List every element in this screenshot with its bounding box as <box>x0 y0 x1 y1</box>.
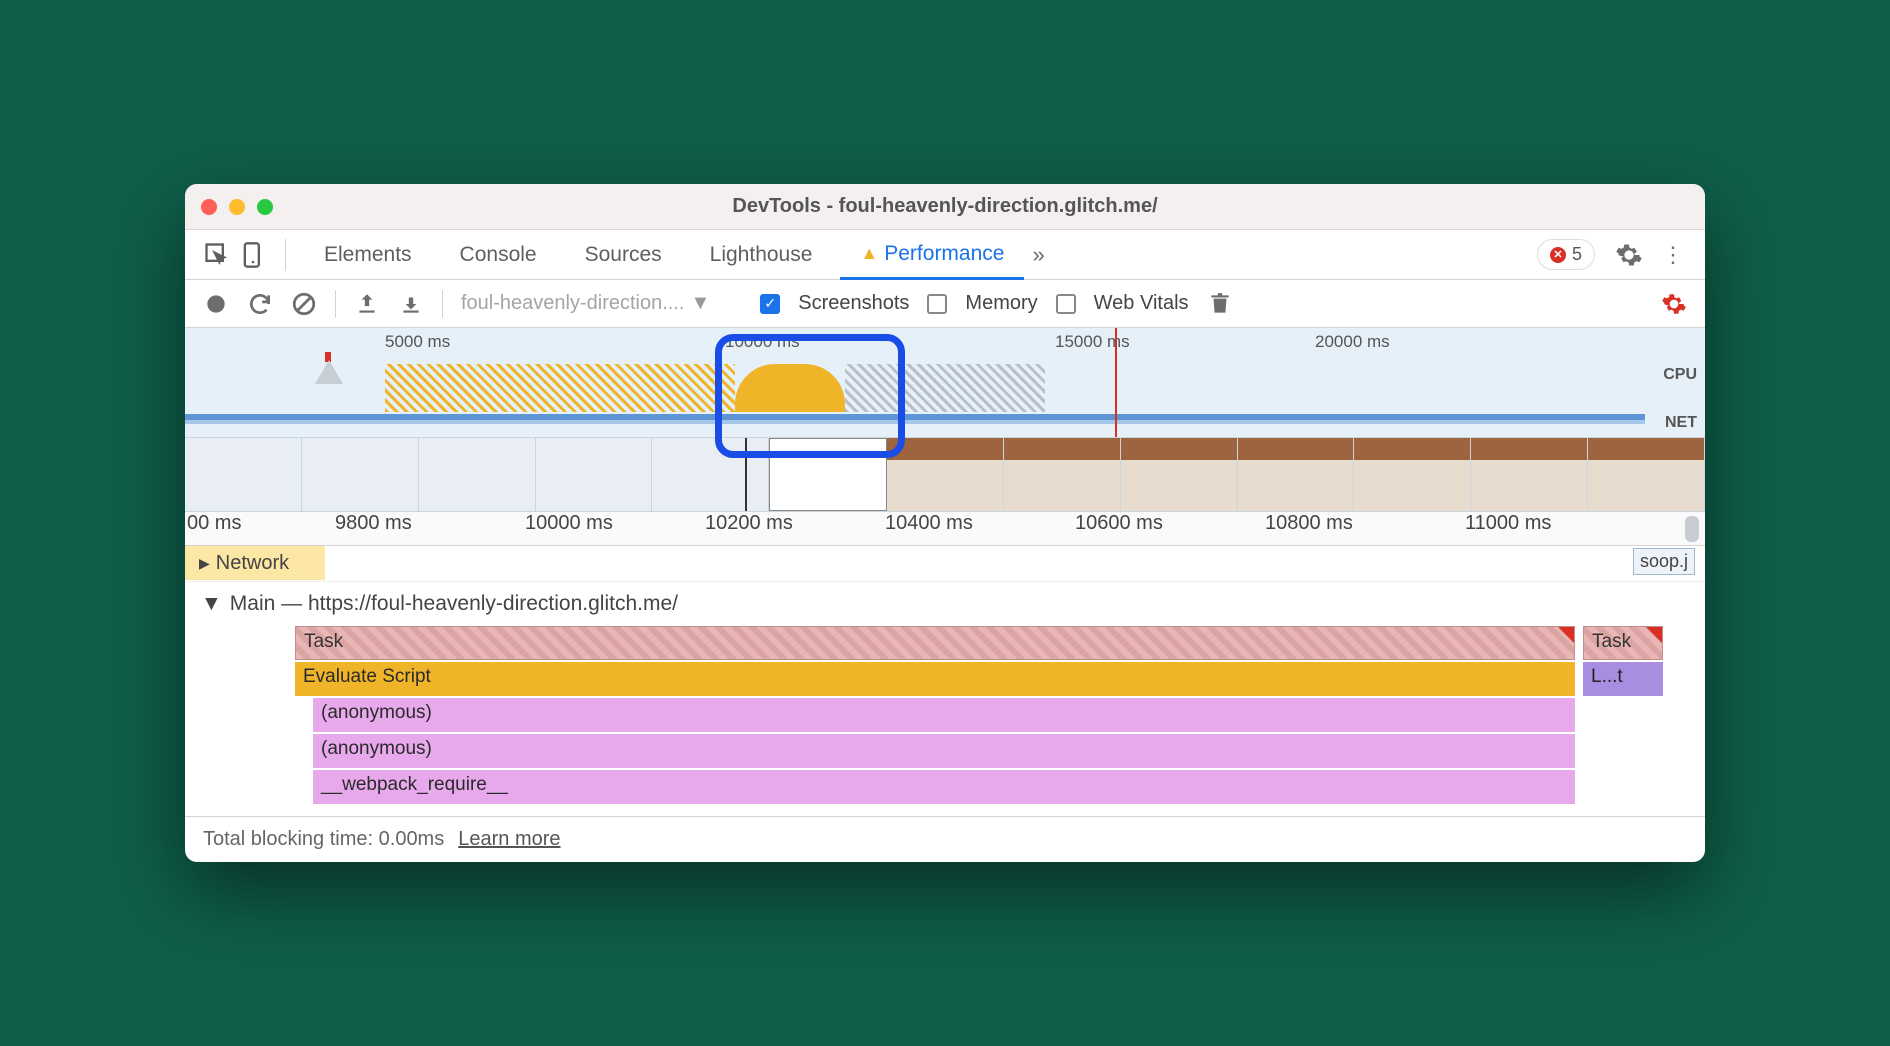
download-icon[interactable] <box>398 291 424 317</box>
trash-icon[interactable] <box>1207 291 1233 317</box>
flame-task[interactable]: Task <box>295 626 1575 660</box>
window-title: DevTools - foul-heavenly-direction.glitc… <box>732 195 1157 218</box>
filmstrip-frame[interactable] <box>419 438 536 511</box>
titlebar: DevTools - foul-heavenly-direction.glitc… <box>185 184 1705 230</box>
separator <box>335 290 336 318</box>
tab-performance[interactable]: ▲ Performance <box>840 230 1024 280</box>
overview-cpu-peak <box>315 360 343 384</box>
tbt-label: Total blocking time: 0.00ms <box>203 828 444 851</box>
filmstrip-frame[interactable] <box>536 438 653 511</box>
ruler-tick: 10400 ms <box>885 512 973 535</box>
tab-sources[interactable]: Sources <box>565 230 682 280</box>
flame-anonymous[interactable]: (anonymous) <box>313 734 1575 768</box>
filmstrip[interactable] <box>185 438 1705 512</box>
warning-icon: ▲ <box>860 243 878 264</box>
network-request[interactable]: soop.j <box>1633 548 1695 575</box>
capture-settings-icon[interactable] <box>1661 291 1687 317</box>
more-tabs-icon[interactable]: » <box>1032 242 1044 268</box>
overview-tick: 15000 ms <box>1055 332 1130 352</box>
overview-net-line2 <box>185 420 1645 424</box>
recording-dropdown[interactable]: foul-heavenly-direction.... ▼ <box>461 292 710 315</box>
flame-task[interactable]: Task <box>1583 626 1663 660</box>
ruler-tick: 10600 ms <box>1075 512 1163 535</box>
settings-icon[interactable] <box>1615 241 1643 269</box>
filmstrip-frame[interactable] <box>1588 438 1705 511</box>
filmstrip-frame[interactable] <box>1004 438 1121 511</box>
recording-dropdown-label: foul-heavenly-direction.... <box>461 292 684 315</box>
webvitals-label: Web Vitals <box>1094 292 1189 315</box>
ruler-tick: 10000 ms <box>525 512 613 535</box>
learn-more-link[interactable]: Learn more <box>458 828 560 851</box>
network-label: Network <box>216 552 289 575</box>
memory-label: Memory <box>965 292 1037 315</box>
error-badge[interactable]: ✕5 <box>1537 239 1595 270</box>
filmstrip-frame[interactable] <box>1471 438 1588 511</box>
overview-tick: 5000 ms <box>385 332 450 352</box>
filmstrip-frame[interactable] <box>1121 438 1238 511</box>
flame-webpack-require[interactable]: __webpack_require__ <box>313 770 1575 804</box>
panel-tabs: Elements Console Sources Lighthouse ▲ Per… <box>185 230 1705 280</box>
screenshots-checkbox[interactable]: ✓ <box>760 294 780 314</box>
tab-console[interactable]: Console <box>440 230 557 280</box>
perf-toolbar: foul-heavenly-direction.... ▼ ✓ Screensh… <box>185 280 1705 328</box>
record-icon[interactable] <box>203 291 229 317</box>
minimize-icon[interactable] <box>229 199 245 215</box>
network-header[interactable]: ▶ Network <box>185 546 325 580</box>
flame-evaluate-script[interactable]: Evaluate Script <box>295 662 1575 696</box>
ruler-tick: 11000 ms <box>1465 512 1551 535</box>
main-lane: ▼ Main — https://foul-heavenly-direction.… <box>185 582 1705 816</box>
overview-timeline[interactable]: 5000 ms 10000 ms 15000 ms 20000 ms CPU N… <box>185 328 1705 438</box>
overview-tick: 20000 ms <box>1315 332 1390 352</box>
separator <box>442 290 443 318</box>
overview-marker-line <box>1115 328 1117 437</box>
overview-cpu-activity <box>385 364 735 412</box>
filmstrip-frame[interactable] <box>1238 438 1355 511</box>
separator <box>285 239 286 271</box>
memory-checkbox[interactable] <box>927 294 947 314</box>
network-lane: ▶ Network soop.j <box>185 546 1705 582</box>
error-dot-icon: ✕ <box>1550 247 1566 263</box>
clear-icon[interactable] <box>291 291 317 317</box>
screenshots-label: Screenshots <box>798 292 909 315</box>
upload-icon[interactable] <box>354 291 380 317</box>
time-ruler[interactable]: 00 ms 9800 ms 10000 ms 10200 ms 10400 ms… <box>185 512 1705 546</box>
error-count: 5 <box>1572 244 1582 265</box>
overview-net-label: NET <box>1665 414 1697 432</box>
filmstrip-frame[interactable] <box>185 438 302 511</box>
traffic-lights <box>201 199 273 215</box>
ruler-scrollbar[interactable] <box>1685 516 1699 542</box>
kebab-icon[interactable]: ⋮ <box>1659 241 1687 269</box>
overview-selection-highlight <box>715 334 905 458</box>
maximize-icon[interactable] <box>257 199 273 215</box>
ruler-tick: 10800 ms <box>1265 512 1353 535</box>
device-toggle-icon[interactable] <box>239 241 267 269</box>
flame-layout[interactable]: L...t <box>1583 662 1663 696</box>
reload-icon[interactable] <box>247 291 273 317</box>
main-header[interactable]: ▼ Main — https://foul-heavenly-direction.… <box>185 582 1705 626</box>
main-label: Main — https://foul-heavenly-direction.g… <box>230 592 678 616</box>
collapse-icon: ▼ <box>201 592 222 616</box>
filmstrip-frame[interactable] <box>302 438 419 511</box>
close-icon[interactable] <box>201 199 217 215</box>
expand-icon: ▶ <box>199 555 210 572</box>
footer: Total blocking time: 0.00ms Learn more <box>185 816 1705 862</box>
filmstrip-frame[interactable] <box>1354 438 1471 511</box>
tab-lighthouse[interactable]: Lighthouse <box>690 230 833 280</box>
ruler-tick: 9800 ms <box>335 512 412 535</box>
flame-anonymous[interactable]: (anonymous) <box>313 698 1575 732</box>
devtools-window: DevTools - foul-heavenly-direction.glitc… <box>185 184 1705 862</box>
ruler-tick: 00 ms <box>187 512 241 535</box>
overview-cpu-label: CPU <box>1663 366 1697 384</box>
inspect-icon[interactable] <box>203 241 231 269</box>
filmstrip-frame[interactable] <box>887 438 1004 511</box>
webvitals-checkbox[interactable] <box>1056 294 1076 314</box>
chevron-down-icon: ▼ <box>690 292 710 315</box>
tab-performance-label: Performance <box>884 242 1004 266</box>
ruler-tick: 10200 ms <box>705 512 793 535</box>
tab-elements[interactable]: Elements <box>304 230 432 280</box>
flame-chart[interactable]: Task Task Evaluate Script L...t (anonymo… <box>185 626 1705 816</box>
